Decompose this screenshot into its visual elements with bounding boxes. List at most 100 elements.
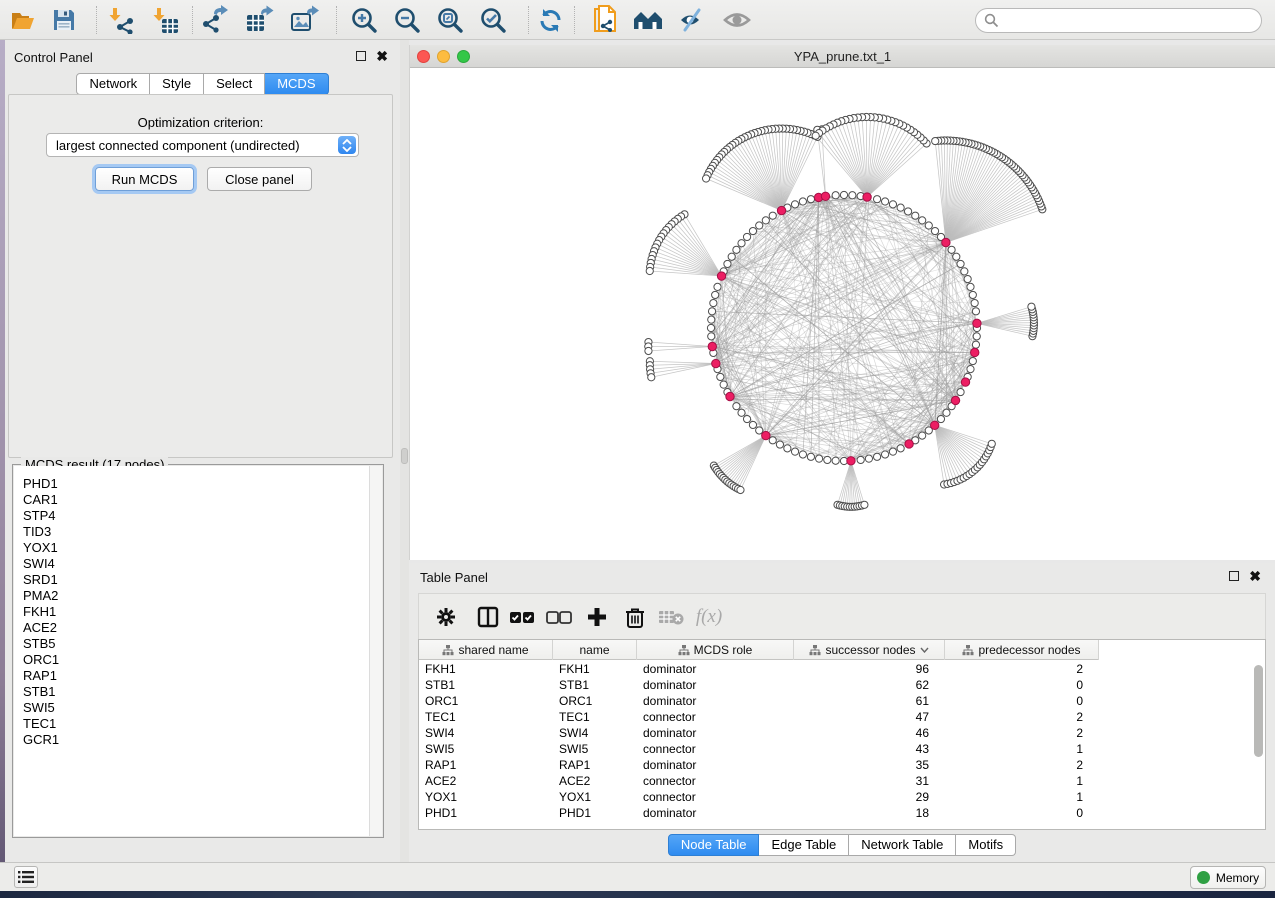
table-row[interactable]: FKH1FKH1dominator962 (419, 661, 1251, 677)
network-node[interactable] (756, 427, 763, 434)
mcds-result-item[interactable]: CAR1 (23, 492, 382, 508)
network-node[interactable] (799, 198, 806, 205)
network-node[interactable] (957, 260, 964, 267)
network-node[interactable] (728, 253, 735, 260)
mcds-result-item[interactable]: STB1 (23, 684, 382, 700)
network-node[interactable] (708, 308, 715, 315)
network-node[interactable] (769, 437, 776, 444)
network-hub-node[interactable] (961, 378, 969, 386)
mcds-result-item[interactable]: SRD1 (23, 572, 382, 588)
network-node[interactable] (904, 208, 911, 215)
network-node[interactable] (932, 137, 939, 144)
zoom-fit-icon[interactable] (433, 3, 467, 37)
network-node[interactable] (733, 403, 740, 410)
network-node[interactable] (824, 456, 831, 463)
criterion-dropdown[interactable]: largest connected component (undirected) (46, 133, 359, 157)
mcds-result-item[interactable]: FKH1 (23, 604, 382, 620)
table-row[interactable]: STB1STB1dominator620 (419, 677, 1251, 693)
zoom-selected-icon[interactable] (476, 3, 510, 37)
network-hub-node[interactable] (712, 359, 720, 367)
network-node[interactable] (1028, 303, 1035, 310)
table-row[interactable]: PHD1PHD1dominator180 (419, 805, 1251, 821)
tab-motifs[interactable]: Motifs (956, 834, 1016, 856)
table-row[interactable]: SWI4SWI4dominator462 (419, 725, 1251, 741)
network-node[interactable] (961, 268, 968, 275)
network-node[interactable] (931, 227, 938, 234)
network-node[interactable] (807, 196, 814, 203)
network-node[interactable] (717, 373, 724, 380)
network-hub-node[interactable] (762, 431, 770, 439)
tab-edge-table[interactable]: Edge Table (759, 834, 849, 856)
mcds-result-list[interactable]: PHD1CAR1STP4TID3YOX1SWI4SRD1PMA2FKH1ACE2… (14, 466, 382, 836)
open-file-icon[interactable] (5, 3, 39, 37)
tab-style[interactable]: Style (150, 73, 204, 95)
mcds-result-item[interactable]: PMA2 (23, 588, 382, 604)
panel-splitter[interactable] (400, 40, 409, 862)
network-node[interactable] (645, 347, 652, 354)
network-node[interactable] (738, 240, 745, 247)
column-header-MCDS-role[interactable]: MCDS role (637, 640, 794, 660)
network-node[interactable] (912, 212, 919, 219)
mcds-result-item[interactable]: SWI5 (23, 700, 382, 716)
table-row[interactable]: SWI5SWI5connector431 (419, 741, 1251, 757)
function-icon[interactable]: f(x) (694, 602, 724, 632)
network-node[interactable] (849, 192, 856, 199)
export-network-icon[interactable] (198, 3, 232, 37)
network-node[interactable] (919, 217, 926, 224)
network-node[interactable] (733, 246, 740, 253)
network-hub-node[interactable] (821, 192, 829, 200)
search-field[interactable] (975, 8, 1262, 33)
column-header-predecessor-nodes[interactable]: predecessor nodes (945, 640, 1099, 660)
delete-table-icon[interactable] (656, 602, 686, 632)
float-panel-icon[interactable] (356, 51, 366, 61)
network-hub-node[interactable] (971, 348, 979, 356)
network-node[interactable] (712, 291, 719, 298)
network-node[interactable] (807, 453, 814, 460)
network-node[interactable] (714, 283, 721, 290)
share-document-icon[interactable] (588, 3, 622, 37)
network-node[interactable] (925, 222, 932, 229)
mcds-result-item[interactable]: TID3 (23, 524, 382, 540)
memory-button[interactable]: Memory (1190, 866, 1266, 889)
table-scrollbar-thumb[interactable] (1254, 665, 1263, 757)
show-eye-icon[interactable] (720, 3, 754, 37)
network-node[interactable] (953, 253, 960, 260)
refresh-layout-icon[interactable] (533, 3, 567, 37)
table-row[interactable]: YOX1YOX1connector291 (419, 789, 1251, 805)
float-panel-icon[interactable] (1229, 571, 1239, 581)
mcds-result-item[interactable]: STP4 (23, 508, 382, 524)
delete-icon[interactable] (620, 602, 650, 632)
network-node[interactable] (738, 409, 745, 416)
mcds-result-item[interactable]: YOX1 (23, 540, 382, 556)
network-hub-node[interactable] (951, 396, 959, 404)
table-row[interactable]: ORC1ORC1dominator610 (419, 693, 1251, 709)
run-mcds-button[interactable]: Run MCDS (95, 167, 194, 191)
network-node[interactable] (737, 486, 744, 493)
network-node[interactable] (919, 432, 926, 439)
home-icon[interactable] (631, 3, 665, 37)
network-node[interactable] (969, 291, 976, 298)
network-node[interactable] (708, 316, 715, 323)
close-panel-button[interactable]: Close panel (207, 167, 312, 191)
network-hub-node[interactable] (708, 342, 716, 350)
network-node[interactable] (815, 455, 822, 462)
mcds-result-item[interactable]: SWI4 (23, 556, 382, 572)
network-node[interactable] (972, 308, 979, 315)
mcds-result-item[interactable]: ACE2 (23, 620, 382, 636)
network-node[interactable] (707, 324, 714, 331)
network-node[interactable] (865, 455, 872, 462)
network-canvas[interactable] (410, 68, 1275, 560)
search-input[interactable] (999, 11, 1261, 31)
network-node[interactable] (646, 267, 653, 274)
network-node[interactable] (948, 246, 955, 253)
network-hub-node[interactable] (777, 206, 785, 214)
close-panel-icon[interactable]: ✖ (376, 51, 388, 61)
zoom-out-icon[interactable] (390, 3, 424, 37)
split-columns-icon[interactable] (473, 602, 503, 632)
mcds-list-scrollbar[interactable] (369, 466, 382, 836)
network-node[interactable] (873, 196, 880, 203)
column-header-shared-name[interactable]: shared name (419, 640, 553, 660)
export-image-icon[interactable] (288, 3, 322, 37)
network-node[interactable] (957, 388, 964, 395)
tab-network-table[interactable]: Network Table (849, 834, 956, 856)
